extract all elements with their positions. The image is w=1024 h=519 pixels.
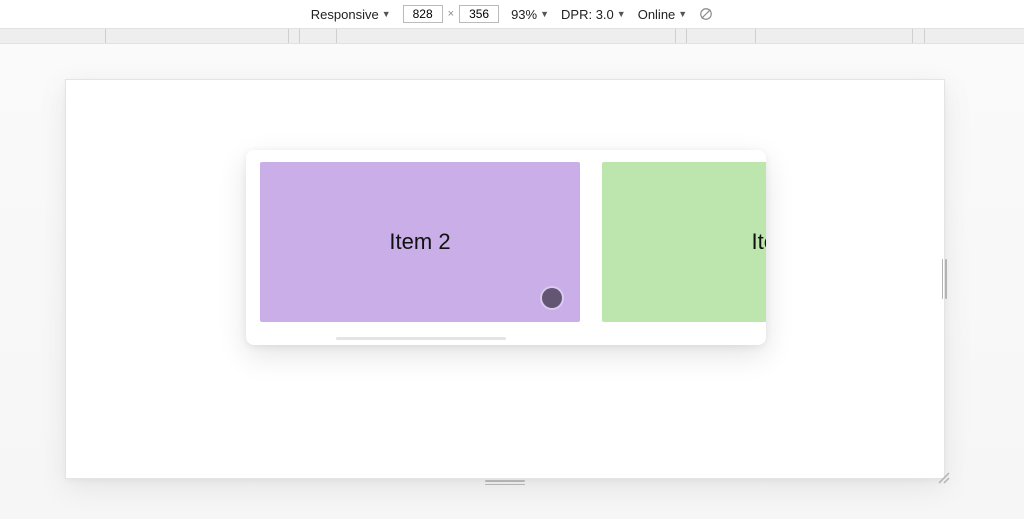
canvas-area: Item 2 Ite [0,44,1024,519]
resize-handle-right[interactable] [940,259,948,299]
width-input[interactable] [403,5,443,23]
dimensions-separator: × [447,8,455,20]
caret-down-icon: ▼ [678,9,687,19]
caret-down-icon: ▼ [382,9,391,19]
caret-down-icon: ▼ [540,9,549,19]
device-select-label: Responsive [311,7,379,22]
ruler-tick [912,29,913,43]
device-select[interactable]: Responsive ▼ [311,7,391,22]
throttle-label: Online [638,7,676,22]
carousel-item-label: Item 2 [389,229,450,255]
device-toolbar: Responsive ▼ × 93% ▼ DPR: 3.0 ▼ Online ▼ [0,0,1024,28]
zoom-label: 93% [511,7,537,22]
ruler-tick [675,29,676,43]
carousel-item[interactable]: Item 2 [260,162,580,322]
throttle-select[interactable]: Online ▼ [638,7,688,22]
ruler[interactable] [0,28,1024,44]
dpr-select[interactable]: DPR: 3.0 ▼ [561,7,626,22]
ruler-tick [924,29,925,43]
caret-down-icon: ▼ [617,9,626,19]
ruler-tick [336,29,337,43]
height-input[interactable] [459,5,499,23]
carousel-track[interactable]: Item 2 Ite [260,162,766,322]
zoom-select[interactable]: 93% ▼ [511,7,549,22]
carousel-item[interactable]: Ite [602,162,766,322]
ruler-tick [288,29,289,43]
carousel-card: Item 2 Ite [246,150,766,345]
device-viewport: Item 2 Ite [65,79,945,479]
dimensions-group: × [403,5,499,23]
viewport-content: Item 2 Ite [66,80,944,478]
resize-handle-bottom[interactable] [485,480,525,486]
carousel-scrollbar[interactable] [336,337,506,340]
touch-cursor-icon [542,288,562,308]
carousel-item-label: Ite [752,229,766,255]
ruler-tick [105,29,106,43]
rotate-device-icon[interactable] [699,7,713,21]
dpr-label: DPR: 3.0 [561,7,614,22]
ruler-tick [299,29,300,43]
ruler-tick [755,29,756,43]
resize-handle-corner[interactable] [936,470,950,484]
ruler-tick [686,29,687,43]
